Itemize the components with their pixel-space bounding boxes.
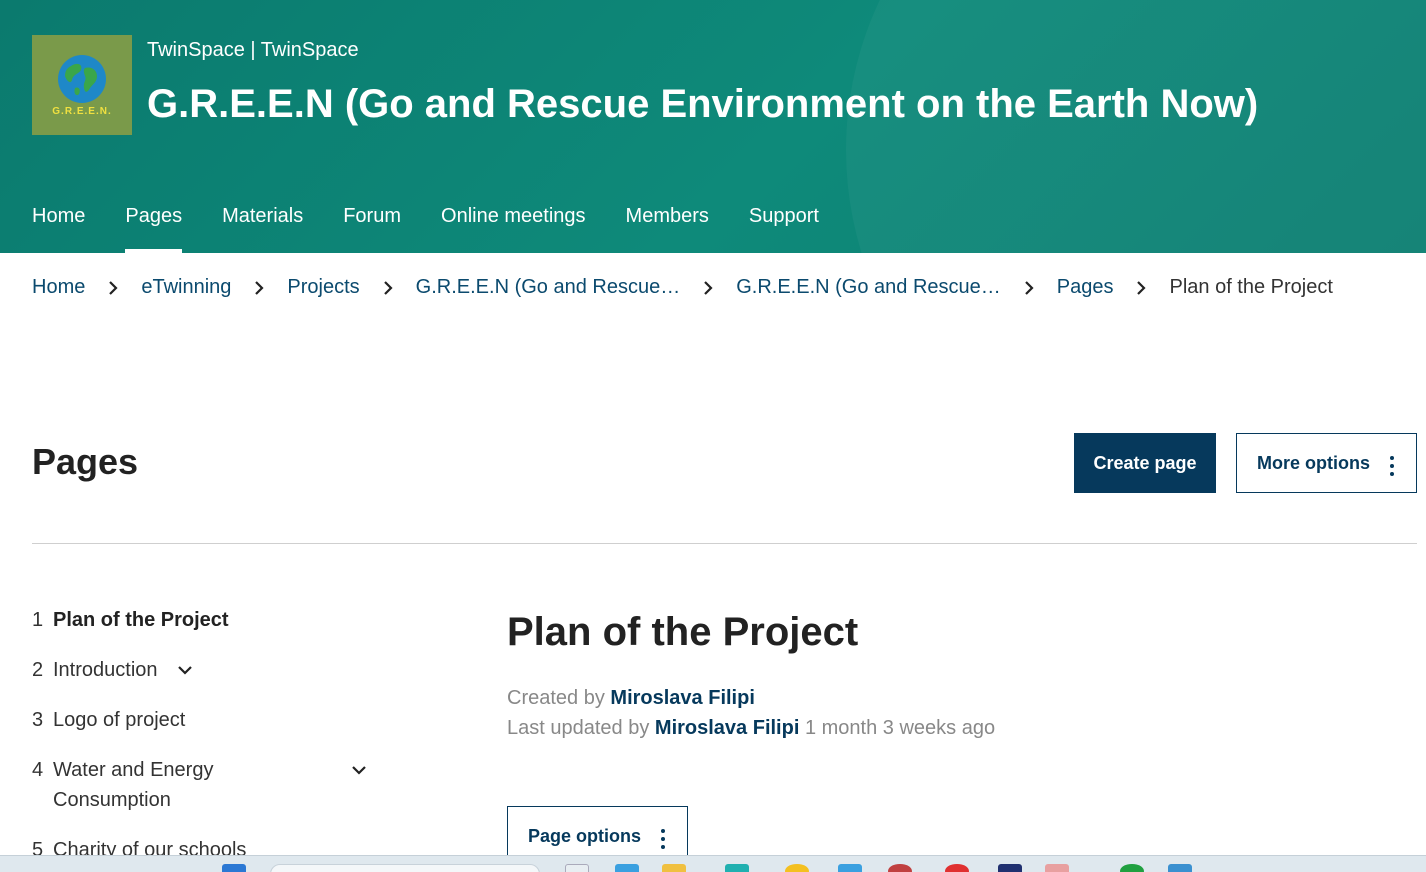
project-logo[interactable]: G.R.E.E.N. — [32, 35, 132, 135]
app-icon[interactable] — [725, 864, 749, 872]
chevron-right-icon — [680, 280, 736, 295]
breadcrumb-projects[interactable]: Projects — [287, 276, 359, 299]
app-icon[interactable] — [785, 864, 809, 872]
page-number: 2 — [32, 659, 44, 681]
breadcrumb-current: Plan of the Project — [1169, 276, 1333, 298]
updated-by-author[interactable]: Miroslava Filipi — [655, 717, 799, 739]
pages-list: 1 Plan of the Project 2 Introduction 3 L… — [32, 605, 372, 872]
nav-support[interactable]: Support — [749, 205, 819, 253]
app-icon[interactable] — [615, 864, 639, 872]
page-list-item[interactable]: 3 Logo of project — [32, 705, 372, 735]
breadcrumb: Home eTwinning Projects G.R.E.E.N (Go an… — [32, 276, 1333, 299]
app-icon[interactable] — [838, 864, 862, 872]
chevron-right-icon — [85, 280, 141, 295]
created-by-author[interactable]: Miroslava Filipi — [610, 687, 754, 709]
breadcrumb-home[interactable]: Home — [32, 276, 85, 299]
kebab-menu-icon — [661, 829, 665, 849]
os-taskbar — [0, 855, 1426, 872]
more-options-button[interactable]: More options — [1236, 433, 1417, 493]
page-title-link: Logo of project — [53, 709, 186, 731]
start-icon[interactable] — [222, 864, 246, 872]
chevron-down-icon[interactable] — [177, 655, 192, 685]
nav-members[interactable]: Members — [626, 205, 709, 253]
nav-pages[interactable]: Pages — [125, 205, 182, 253]
chevron-down-icon[interactable] — [352, 765, 366, 775]
breadcrumb-project[interactable]: G.R.E.E.N (Go and Rescue… — [416, 276, 681, 299]
chevron-right-icon — [231, 280, 287, 295]
kebab-menu-icon — [1390, 456, 1394, 476]
page-list-item[interactable]: 1 Plan of the Project — [32, 605, 372, 635]
app-icon[interactable] — [1045, 864, 1069, 872]
more-options-label: More options — [1257, 452, 1370, 473]
page-title-link: Water and Energy Consumption — [53, 759, 214, 811]
app-icon[interactable] — [998, 864, 1022, 872]
updated-by-prefix: Last updated by — [507, 717, 650, 739]
divider — [32, 543, 1417, 544]
app-icon[interactable] — [945, 864, 969, 872]
page-number: 3 — [32, 709, 44, 731]
page-number: 4 — [32, 759, 44, 781]
page-list-item[interactable]: 4 Water and Energy Consumption — [32, 755, 372, 815]
created-by-line: Created by Miroslava Filipi — [507, 687, 755, 710]
breadcrumb-twinspace[interactable]: G.R.E.E.N (Go and Rescue… — [736, 276, 1001, 299]
logo-text: G.R.E.E.N. — [52, 105, 112, 117]
breadcrumb-pages[interactable]: Pages — [1057, 276, 1114, 299]
taskbar-search[interactable] — [270, 864, 540, 872]
page-list-item[interactable]: 2 Introduction — [32, 655, 372, 685]
nav-online-meetings[interactable]: Online meetings — [441, 205, 586, 253]
updated-by-line: Last updated by Miroslava Filipi 1 month… — [507, 717, 995, 740]
nav-forum[interactable]: Forum — [343, 205, 401, 253]
page-title-link: Introduction — [53, 659, 158, 681]
chevron-right-icon — [1001, 280, 1057, 295]
page-heading: Plan of the Project — [507, 610, 859, 654]
app-icon[interactable] — [1168, 864, 1192, 872]
nav-materials[interactable]: Materials — [222, 205, 303, 253]
file-explorer-icon[interactable] — [662, 864, 686, 872]
created-by-prefix: Created by — [507, 687, 605, 709]
page-number: 1 — [32, 609, 44, 631]
chevron-right-icon — [1113, 280, 1169, 295]
create-page-button[interactable]: Create page — [1074, 433, 1216, 493]
nav-home[interactable]: Home — [32, 205, 85, 253]
chrome-icon[interactable] — [888, 864, 912, 872]
globe-icon — [58, 54, 106, 103]
page-title-link: Plan of the Project — [53, 609, 229, 631]
page-options-label: Page options — [528, 825, 642, 846]
project-title: G.R.E.E.N (Go and Rescue Environment on … — [147, 82, 1259, 126]
chevron-right-icon — [360, 280, 416, 295]
breadcrumb-etwinning[interactable]: eTwinning — [141, 276, 231, 299]
section-title: Pages — [32, 441, 139, 482]
main-nav: Home Pages Materials Forum Online meetin… — [32, 205, 819, 253]
task-view-icon[interactable] — [565, 864, 589, 872]
updated-time: 1 month 3 weeks ago — [804, 717, 996, 739]
site-label[interactable]: TwinSpace | TwinSpace — [147, 39, 359, 62]
site-header: G.R.E.E.N. TwinSpace | TwinSpace G.R.E.E… — [0, 0, 1426, 253]
app-icon[interactable] — [1120, 864, 1144, 872]
